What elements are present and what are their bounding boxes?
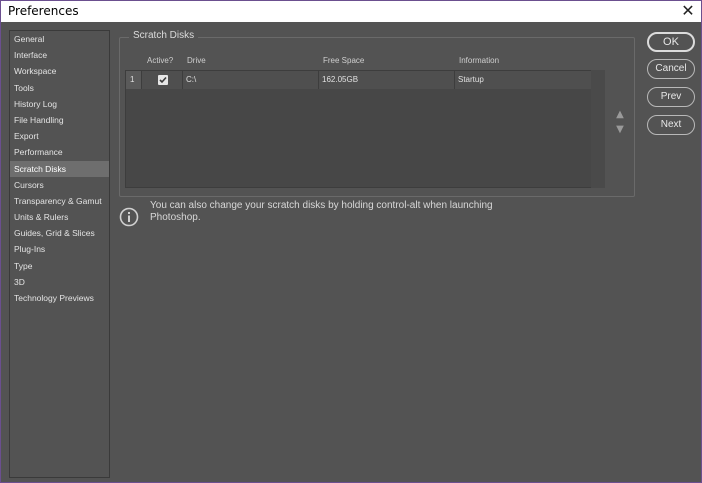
sidebar-item-general[interactable]: General: [10, 31, 109, 47]
table-scrollbar[interactable]: [591, 70, 605, 188]
row-index: 1: [130, 75, 135, 84]
sidebar-item-performance[interactable]: Performance: [10, 144, 109, 160]
info-icon: [119, 207, 139, 227]
sidebar-item-guides-grid-slices[interactable]: Guides, Grid & Slices: [10, 225, 109, 241]
scratch-disks-table: 1 C:\ 162.05GB Startup: [125, 70, 605, 188]
row-index-cell: 1: [126, 71, 142, 89]
information-cell: Startup: [458, 75, 484, 84]
column-header-drive: Drive: [187, 56, 206, 65]
sidebar-item-technology-previews[interactable]: Technology Previews: [10, 290, 109, 306]
column-header-active: Active?: [147, 56, 174, 65]
sidebar-item-type[interactable]: Type: [10, 258, 109, 274]
sidebar-item-history-log[interactable]: History Log: [10, 96, 109, 112]
sidebar-item-tools[interactable]: Tools: [10, 80, 109, 96]
sidebar-item-transparency-gamut[interactable]: Transparency & Gamut: [10, 193, 109, 209]
sidebar-item-workspace[interactable]: Workspace: [10, 63, 109, 79]
close-icon[interactable]: ✕: [679, 2, 697, 20]
window-title: Preferences: [8, 4, 79, 18]
column-header-information: Information: [459, 56, 500, 65]
ok-button[interactable]: OK: [647, 32, 695, 52]
checkmark-icon: [159, 76, 167, 84]
free-space-cell: 162.05GB: [322, 75, 359, 84]
sidebar-item-export[interactable]: Export: [10, 128, 109, 144]
drive-cell: C:\: [186, 75, 197, 84]
active-checkbox[interactable]: [158, 75, 168, 85]
next-button[interactable]: Next: [647, 115, 695, 135]
preferences-sidebar: General Interface Workspace Tools Histor…: [9, 30, 110, 478]
sidebar-item-file-handling[interactable]: File Handling: [10, 112, 109, 128]
sidebar-item-plug-ins[interactable]: Plug-Ins: [10, 241, 109, 257]
prev-button[interactable]: Prev: [647, 87, 695, 107]
preferences-window: Preferences ✕ General Interface Workspac…: [0, 0, 702, 483]
column-header-free-space: Free Space: [323, 56, 365, 65]
scratch-disk-info-message: You can also change your scratch disks b…: [150, 200, 493, 223]
sidebar-item-cursors[interactable]: Cursors: [10, 177, 109, 193]
arrow-down-icon[interactable]: ▼: [615, 125, 625, 135]
sidebar-item-units-rulers[interactable]: Units & Rulers: [10, 209, 109, 225]
arrow-up-icon[interactable]: ▲: [615, 110, 625, 120]
table-row[interactable]: 1 C:\ 162.05GB Startup: [126, 71, 604, 89]
sidebar-item-scratch-disks[interactable]: Scratch Disks: [10, 160, 109, 177]
sidebar-item-3d[interactable]: 3D: [10, 274, 109, 290]
cancel-button[interactable]: Cancel: [647, 59, 695, 79]
sidebar-item-interface[interactable]: Interface: [10, 47, 109, 63]
scratch-disks-group-title: Scratch Disks: [129, 30, 199, 41]
title-bar: Preferences ✕: [1, 1, 701, 22]
